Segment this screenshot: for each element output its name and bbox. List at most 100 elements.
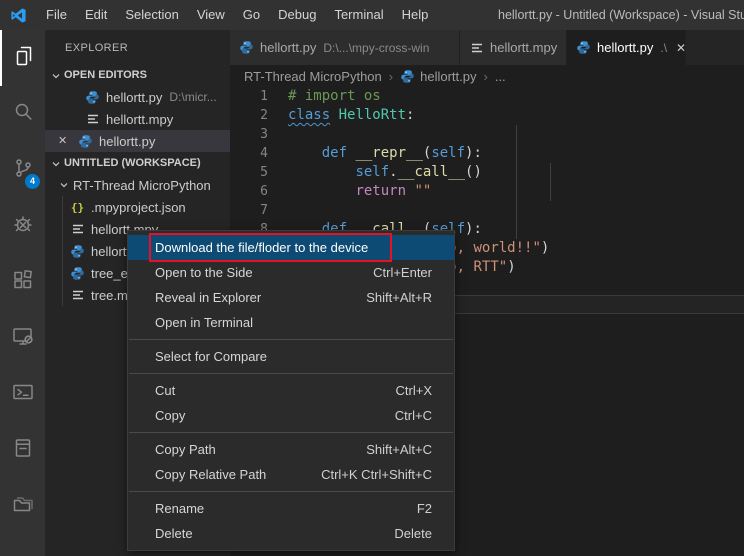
code-text: # import os [288, 87, 381, 106]
editor-tab-hellortt.py[interactable]: hellortt.pyD:\...\mpy-cross-win [230, 30, 460, 65]
tab-label: hellortt.py [597, 40, 653, 55]
python-icon [70, 266, 85, 281]
menu-separator [129, 373, 453, 374]
folder-label: RT-Thread MicroPython [73, 178, 211, 193]
menu-separator [129, 432, 453, 433]
scm-badge: 4 [25, 174, 40, 189]
open-editor-row[interactable]: hellortt.mpy [45, 108, 230, 130]
editor-tab-hellortt.mpy[interactable]: hellortt.mpy [460, 30, 567, 65]
code-token: return [355, 183, 406, 199]
vscode-window: FileEditSelectionViewGoDebugTerminalHelp… [0, 0, 744, 556]
open-editor-row[interactable]: ✕ hellortt.py [45, 130, 230, 152]
menu-file[interactable]: File [37, 0, 76, 30]
open-editors-header[interactable]: OPEN EDITORS [45, 64, 230, 86]
activity-item-search[interactable] [0, 86, 45, 142]
activity-item-folder-view[interactable] [0, 478, 45, 534]
menu-item-copy-path[interactable]: Copy PathShift+Alt+C [128, 437, 454, 462]
menu-item-shortcut: Ctrl+X [396, 383, 432, 398]
activity-item-notebook[interactable] [0, 422, 45, 478]
tab-detail: .\ [660, 41, 667, 55]
chevron-right-icon: › [483, 69, 487, 84]
file-path: D:\micr... [169, 90, 216, 104]
code-line: 2class HelloRtt: [230, 106, 744, 125]
menu-selection[interactable]: Selection [116, 0, 187, 30]
code-token: ) [507, 259, 515, 275]
debug-icon [11, 212, 35, 241]
menu-item-copy-relative-path[interactable]: Copy Relative Path Ctrl+K Ctrl+Shift+C [128, 462, 454, 487]
file-label: hellortt.py [99, 134, 155, 149]
code-line: 7 [230, 201, 744, 220]
menu-item-rename[interactable]: RenameF2 [128, 496, 454, 521]
file-label: .mpyproject.json [91, 200, 186, 215]
file-label: hellortt.py [106, 90, 162, 105]
vscode-logo-icon [10, 7, 27, 24]
menu-item-open-in-terminal[interactable]: Open in Terminal [128, 310, 454, 335]
menu-item-label: Copy Relative Path [155, 467, 266, 482]
activity-item-micropython-device[interactable] [0, 310, 45, 366]
menu-item-label: Delete [155, 526, 193, 541]
code-token: class [288, 107, 330, 123]
breadcrumb-item[interactable]: hellortt.py [420, 69, 476, 84]
menu-separator [129, 491, 453, 492]
activity-item-terminal-shell[interactable] [0, 366, 45, 422]
menu-item-reveal-in-explorer[interactable]: Reveal in ExplorerShift+Alt+R [128, 285, 454, 310]
activity-item-explorer[interactable] [0, 30, 45, 86]
device-icon [11, 324, 35, 353]
mpy-icon [70, 288, 85, 302]
menu-view[interactable]: View [188, 0, 234, 30]
chevron-right-icon: › [389, 69, 393, 84]
menu-item-select-for-compare[interactable]: Select for Compare [128, 344, 454, 369]
menu-item-cut[interactable]: CutCtrl+X [128, 378, 454, 403]
menu-item-open-to-the-side[interactable]: Open to the SideCtrl+Enter [128, 260, 454, 285]
file-label: tree.m [91, 288, 128, 303]
close-icon[interactable]: ✕ [676, 41, 686, 55]
menu-item-label: Copy [155, 408, 185, 423]
extensions-icon [11, 268, 35, 297]
python-icon [85, 90, 100, 105]
code-token: __repr__ [355, 145, 422, 161]
menu-terminal[interactable]: Terminal [325, 0, 392, 30]
mpy-icon [70, 222, 85, 236]
line-number: 2 [230, 106, 268, 125]
workspace-header[interactable]: UNTITLED (WORKSPACE) [45, 152, 230, 174]
python-icon [239, 40, 254, 55]
indent-guide [550, 163, 551, 201]
code-token: : [406, 107, 414, 123]
menu-item-delete[interactable]: DeleteDelete [128, 521, 454, 546]
menu-item-copy[interactable]: CopyCtrl+C [128, 403, 454, 428]
menu-help[interactable]: Help [393, 0, 438, 30]
code-token: "" [414, 183, 431, 199]
open-editor-row[interactable]: hellortt.py D:\micr... [45, 86, 230, 108]
menu-item-download-the-file-floder-to-the-device[interactable]: Download the file/floder to the device [128, 235, 454, 260]
breadcrumb-item[interactable]: ... [495, 69, 506, 84]
chevron-down-icon [59, 180, 69, 190]
tree-folder-rt-thread-micropython[interactable]: RT-Thread MicroPython [45, 174, 230, 196]
line-number: 1 [230, 87, 268, 106]
line-number: 5 [230, 163, 268, 182]
activity-item-debug[interactable] [0, 198, 45, 254]
editor-tab-hellortt.py[interactable]: hellortt.py .\ ✕ [567, 30, 686, 65]
menu-edit[interactable]: Edit [76, 0, 116, 30]
breadcrumb-item[interactable]: RT-Thread MicroPython [244, 69, 382, 84]
menu-item-shortcut: F2 [417, 501, 432, 516]
chevron-down-icon [51, 71, 61, 81]
json-icon: {} [70, 201, 85, 214]
code-token [288, 145, 322, 161]
tree-file-row[interactable]: {} .mpyproject.json [45, 196, 230, 218]
menu-go[interactable]: Go [234, 0, 269, 30]
folder-icon [11, 492, 35, 521]
menu-item-shortcut: Shift+Alt+C [366, 442, 432, 457]
code-line: 4 def __repr__(self): [230, 144, 744, 163]
line-number: 6 [230, 182, 268, 201]
menu-item-shortcut: Shift+Alt+R [366, 290, 432, 305]
menu-item-shortcut: Ctrl+K Ctrl+Shift+C [321, 467, 432, 482]
activity-item-extensions[interactable] [0, 254, 45, 310]
menu-item-label: Select for Compare [155, 349, 267, 364]
activity-item-source-control[interactable]: 4 [0, 142, 45, 198]
python-icon [576, 40, 591, 55]
code-token: ): [465, 221, 482, 237]
python-icon [78, 134, 93, 149]
menu-debug[interactable]: Debug [269, 0, 325, 30]
menu-item-shortcut: Ctrl+Enter [373, 265, 432, 280]
close-icon[interactable]: ✕ [58, 130, 67, 152]
